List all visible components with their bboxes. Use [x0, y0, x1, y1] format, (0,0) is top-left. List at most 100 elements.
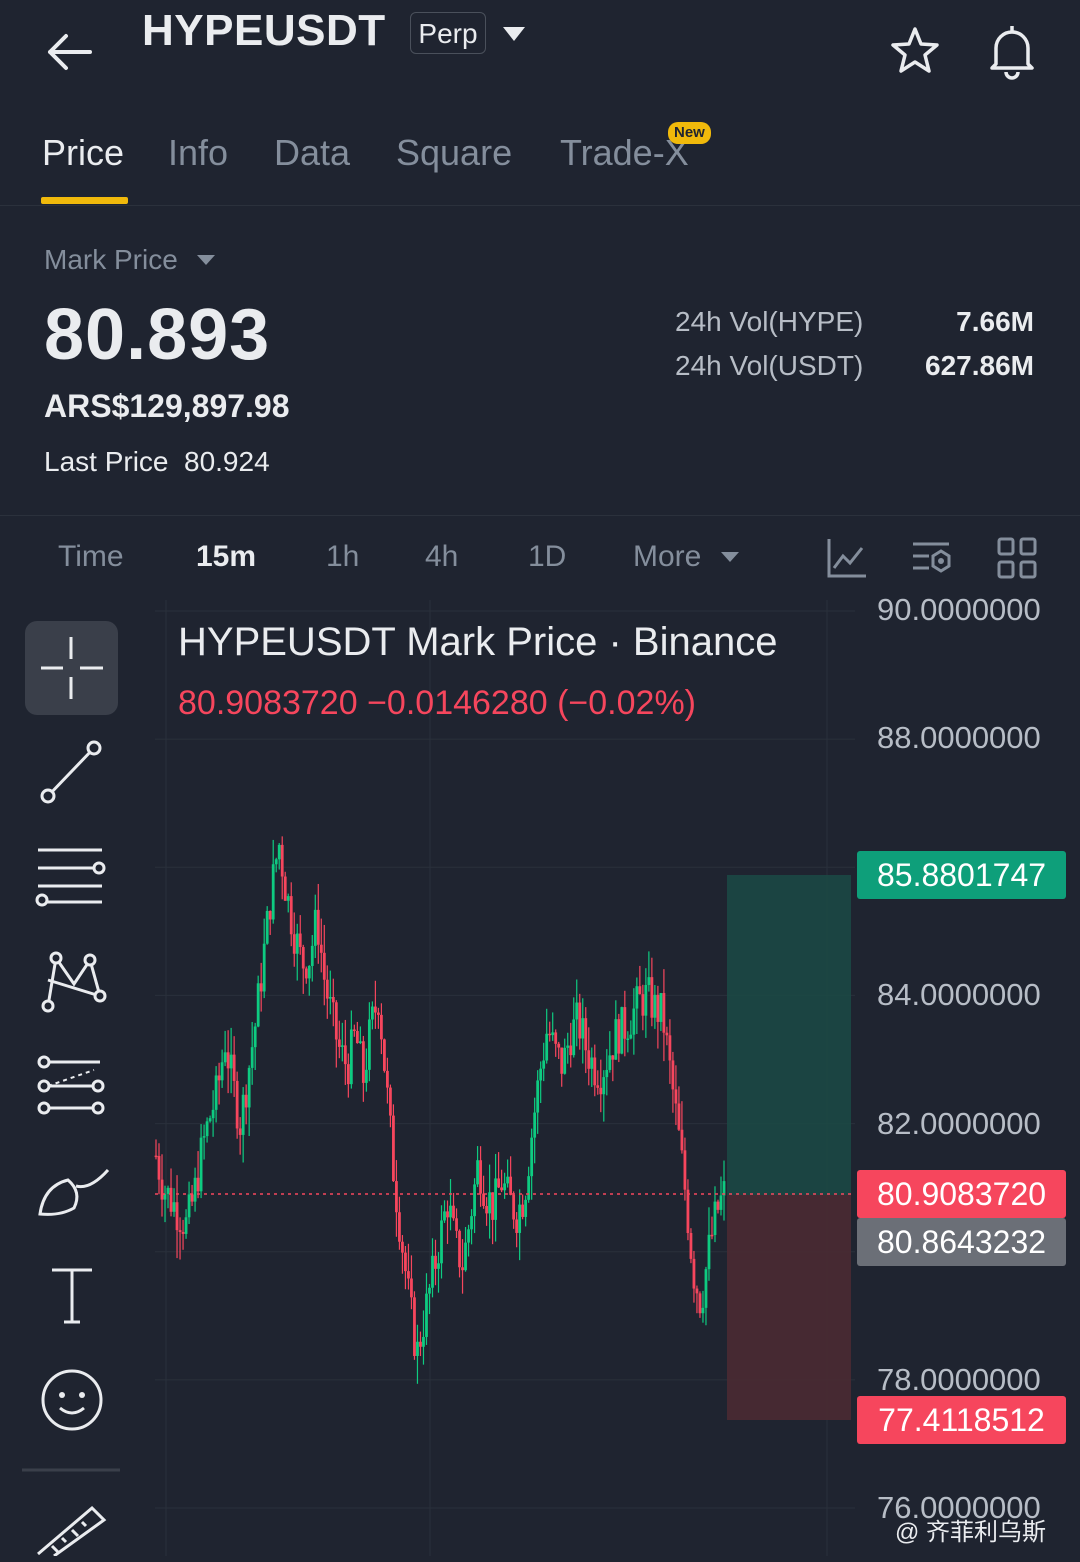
candle-body [656, 994, 660, 1022]
candle-body [370, 1006, 374, 1020]
candle-body [268, 910, 272, 920]
bell-icon[interactable] [984, 22, 1040, 80]
last-price-label: Last Price [44, 446, 169, 477]
candle-body [331, 996, 335, 1003]
interval-1h[interactable]: 1h [326, 540, 359, 574]
candle-body [223, 1052, 227, 1063]
candle-body [196, 1177, 200, 1192]
entry-price-tag[interactable]: 80.8643232 [857, 1218, 1066, 1266]
candle-body [431, 1255, 434, 1288]
candle-body [524, 1199, 528, 1217]
stop-loss-tag[interactable]: 77.4118512 [857, 1396, 1066, 1444]
brush-icon[interactable] [30, 1156, 114, 1228]
candle-body [608, 1055, 612, 1070]
candle-body [325, 979, 329, 999]
candle-body [662, 993, 666, 1033]
axis-tick-label: 90.0000000 [877, 592, 1041, 627]
pair-title[interactable]: HYPEUSDT [142, 6, 386, 56]
crosshair-tool[interactable] [25, 621, 118, 715]
candle-body [355, 1031, 359, 1044]
star-icon[interactable] [888, 24, 942, 78]
interval-15m[interactable]: 15m [196, 540, 256, 574]
candle-body [181, 1231, 185, 1234]
candle-body [452, 1205, 455, 1219]
candle-body [659, 993, 663, 1022]
back-arrow-icon[interactable] [42, 28, 98, 76]
caret-down-icon[interactable] [196, 253, 216, 267]
candle-body [638, 986, 642, 995]
candle-body [584, 1018, 588, 1051]
candle-body [479, 1160, 482, 1194]
candle-body [166, 1187, 170, 1194]
text-tool-icon[interactable] [30, 1262, 114, 1334]
interval-time[interactable]: Time [58, 540, 124, 574]
candle-body [617, 1019, 621, 1054]
tab-info[interactable]: Info [168, 132, 228, 174]
candle-body [340, 1045, 344, 1047]
caret-down-icon[interactable] [720, 550, 740, 564]
candle-body [545, 1033, 549, 1061]
candlestick-series [154, 836, 726, 1384]
pattern-tool-icon[interactable] [30, 944, 114, 1016]
candle-body [485, 1205, 488, 1214]
chart-ohlc-readout: 80.9083720 −0.0146280 (−0.02%) [178, 684, 697, 722]
emoji-icon[interactable] [30, 1364, 114, 1436]
indicator-settings-icon[interactable] [911, 536, 953, 580]
candle-body [256, 983, 260, 1027]
mark-price-tag: 80.9083720 [857, 1170, 1066, 1218]
fib-retracement-icon[interactable] [30, 1050, 114, 1122]
vol-usdt-label: 24h Vol(USDT) [675, 350, 864, 381]
candle-body [244, 1094, 248, 1108]
candle-body [274, 859, 278, 865]
candle-body [235, 1080, 239, 1129]
candle-body [464, 1242, 467, 1271]
candle-body [253, 1026, 257, 1048]
candle-body [554, 1032, 558, 1044]
candle-body [352, 1029, 356, 1032]
new-badge: New [668, 122, 711, 144]
mark-price-value: 80.893 [44, 295, 271, 375]
candle-body [515, 1219, 519, 1233]
candle-body [190, 1194, 194, 1202]
candle-body [172, 1202, 176, 1212]
vol-usdt-value: 627.86M [925, 350, 1034, 381]
interval-4h[interactable]: 4h [425, 540, 458, 574]
chart-type-icon[interactable] [826, 536, 868, 580]
candle-body [247, 1067, 251, 1108]
candle-body [701, 1307, 705, 1314]
caret-down-icon[interactable] [500, 22, 528, 46]
take-profit-tag[interactable]: 85.8801747 [857, 851, 1066, 899]
candle-body [367, 1019, 371, 1070]
layout-grid-icon[interactable] [997, 536, 1039, 580]
contract-type-badge: Perp [410, 12, 486, 54]
horizontal-lines-icon[interactable] [30, 840, 114, 912]
candle-body [446, 1211, 449, 1218]
candle-body [593, 1057, 597, 1086]
tab-price[interactable]: Price [42, 132, 124, 174]
interval-1d[interactable]: 1D [528, 540, 566, 574]
candle-body [623, 1007, 627, 1039]
tab-data[interactable]: Data [274, 132, 350, 174]
candle-body [398, 1212, 401, 1242]
candle-body [635, 986, 639, 1009]
candle-body [719, 1195, 723, 1210]
tab-square[interactable]: Square [396, 132, 512, 174]
candle-body [488, 1192, 491, 1214]
candle-body [334, 1002, 338, 1040]
candle-body [632, 1008, 636, 1035]
candle-body [193, 1177, 197, 1202]
candle-body [644, 984, 648, 1016]
candle-body [674, 1089, 678, 1104]
candle-body [626, 1038, 630, 1041]
candle-body [443, 1211, 446, 1221]
trend-line-icon[interactable] [30, 736, 114, 808]
interval-more[interactable]: More [633, 540, 701, 574]
ruler-icon[interactable] [30, 1490, 114, 1562]
stop-loss-zone [727, 1195, 851, 1420]
mark-price-label[interactable]: Mark Price [44, 244, 178, 276]
candle-body [455, 1218, 458, 1231]
candle-body [683, 1150, 687, 1190]
candle-body [710, 1234, 714, 1237]
candle-body [653, 994, 657, 1018]
candle-body [389, 1087, 392, 1116]
